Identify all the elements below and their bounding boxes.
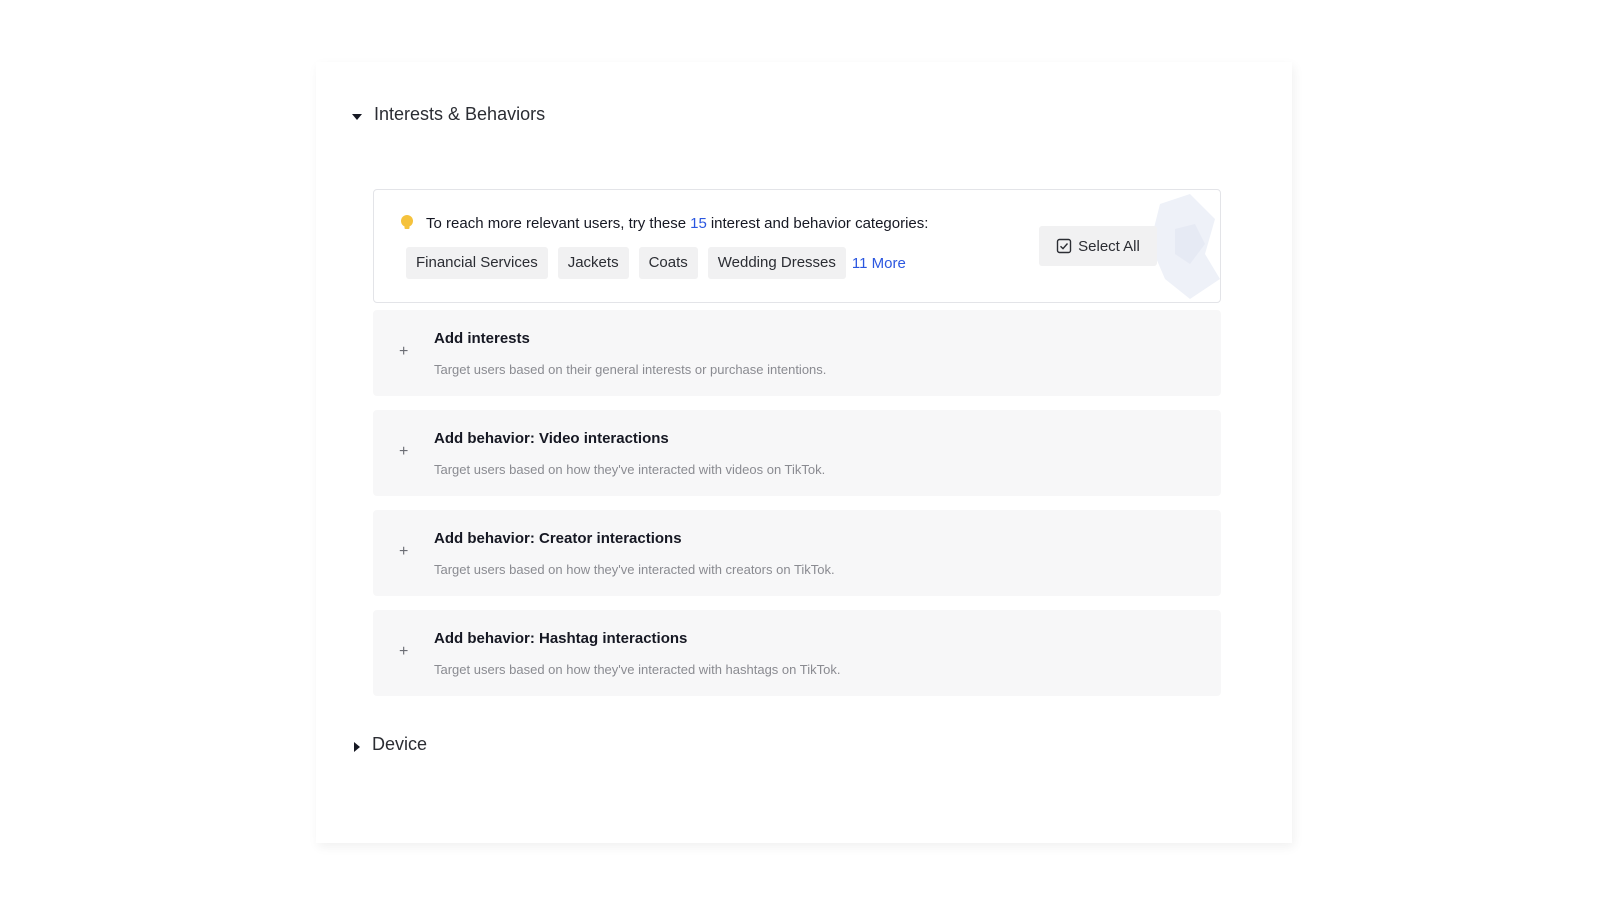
suggestion-chips: Financial Services Jackets Coats Wedding… <box>406 247 906 279</box>
add-video-interactions-card[interactable]: + Add behavior: Video interactions Targe… <box>373 410 1221 496</box>
card-description: Target users based on their general inte… <box>434 362 827 377</box>
add-creator-interactions-card[interactable]: + Add behavior: Creator interactions Tar… <box>373 510 1221 596</box>
card-title: Add behavior: Creator interactions <box>434 530 682 547</box>
plus-icon: + <box>399 543 409 560</box>
caret-right-icon <box>354 741 360 752</box>
card-title: Add behavior: Hashtag interactions <box>434 630 688 647</box>
chip-wedding-dresses[interactable]: Wedding Dresses <box>707 247 846 279</box>
plus-icon: + <box>399 443 409 460</box>
chip-coats[interactable]: Coats <box>638 247 698 279</box>
suggestion-text-after: interest and behavior categories: <box>710 214 929 232</box>
plus-icon: + <box>399 343 409 360</box>
suggestion-text-before: To reach more relevant users, try these <box>426 214 687 232</box>
chip-jackets[interactable]: Jackets <box>557 247 629 279</box>
more-categories-link[interactable]: 11 More <box>852 255 906 272</box>
caret-down-icon <box>352 113 362 120</box>
add-interests-card[interactable]: + Add interests Target users based on th… <box>373 310 1221 396</box>
card-title: Add behavior: Video interactions <box>434 430 669 447</box>
suggestion-box: To reach more relevant users, try these … <box>373 189 1221 303</box>
section-title: Interests & Behaviors <box>374 104 546 124</box>
device-header[interactable]: Device <box>352 734 427 755</box>
select-all-label: Select All <box>1078 237 1140 255</box>
card-description: Target users based on how they've intera… <box>434 462 826 477</box>
plus-icon: + <box>399 643 409 660</box>
chip-financial-services[interactable]: Financial Services <box>406 247 548 279</box>
lightbulb-icon <box>401 215 413 229</box>
checkbox-select-icon <box>1056 238 1072 254</box>
add-hashtag-interactions-card[interactable]: + Add behavior: Hashtag interactions Tar… <box>373 610 1221 696</box>
suggestion-text: To reach more relevant users, try these … <box>400 214 928 232</box>
suggestion-count: 15 <box>690 214 707 232</box>
section-title: Device <box>372 734 428 754</box>
targeting-panel: Interests & Behaviors To reach more rele… <box>316 62 1292 843</box>
card-description: Target users based on how they've intera… <box>434 562 835 577</box>
card-title: Add interests <box>434 330 530 347</box>
card-description: Target users based on how they've intera… <box>434 662 841 677</box>
interests-behaviors-header[interactable]: Interests & Behaviors <box>352 104 545 125</box>
select-all-button[interactable]: Select All <box>1039 226 1157 266</box>
